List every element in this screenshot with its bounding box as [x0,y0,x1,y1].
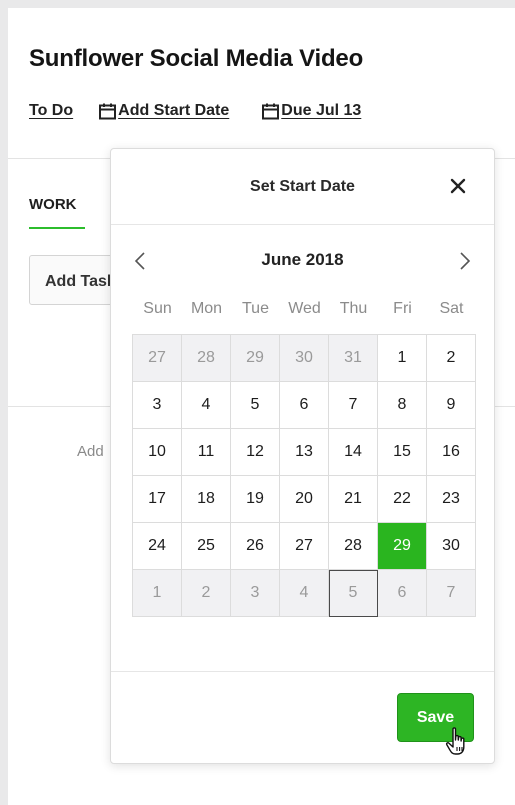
task-meta-row: To Do Add Start Date Due Jul 13 [29,99,361,123]
calendar-day[interactable]: 15 [378,429,427,476]
calendar-day[interactable]: 19 [231,476,280,523]
calendar-day[interactable]: 14 [329,429,378,476]
calendar-day[interactable]: 9 [427,382,476,429]
close-icon[interactable] [450,178,466,194]
calendar-icon [262,103,280,119]
tab-work[interactable]: WORK [29,196,77,213]
calendar-day-outside-month[interactable]: 30 [280,335,329,382]
weekday-label: Wed [288,300,321,317]
calendar-day[interactable]: 13 [280,429,329,476]
calendar-day-outside-month[interactable]: 28 [182,335,231,382]
popover-header: Set Start Date [111,149,494,225]
due-date-label: Due Jul 13 [281,102,362,119]
calendar-day[interactable]: 7 [329,382,378,429]
calendar-day[interactable]: 6 [280,382,329,429]
active-tab-indicator [29,227,85,229]
task-detail-panel: Sunflower Social Media Video To Do Add S… [8,8,515,805]
calendar-day-outside-month[interactable]: 3 [231,570,280,617]
weekday-label: Fri [393,300,412,317]
calendar-day-outside-month[interactable]: 29 [231,335,280,382]
task-title: Sunflower Social Media Video [29,45,364,72]
calendar-day-outside-month[interactable]: 6 [378,570,427,617]
month-label: June 2018 [261,250,344,269]
set-start-date-popover: Set Start Date June 2018 Sun Mon Tue Wed Thu… [110,148,495,764]
calendar-day-outside-month[interactable]: 27 [133,335,182,382]
calendar-day-outside-month[interactable]: 2 [182,570,231,617]
calendar-day[interactable]: 25 [182,523,231,570]
calendar-day[interactable]: 23 [427,476,476,523]
due-date-link[interactable]: Due Jul 13 [262,102,361,120]
weekday-label: Sun [143,300,172,317]
calendar-day[interactable]: 5 [231,382,280,429]
add-hint-text: Add [77,443,104,460]
weekday-header-row: Sun Mon Tue Wed Thu Fri Sat [133,300,476,318]
status-link[interactable]: To Do [29,102,73,120]
weekday-label: Thu [339,300,368,317]
add-start-date-link[interactable]: Add Start Date [99,102,229,120]
calendar-day[interactable]: 27 [280,523,329,570]
calendar-day[interactable]: 12 [231,429,280,476]
calendar-day[interactable]: 8 [378,382,427,429]
calendar-day-outside-month[interactable]: 1 [133,570,182,617]
calendar-day[interactable]: 16 [427,429,476,476]
weekday-label: Mon [190,300,223,317]
calendar-day[interactable]: 20 [280,476,329,523]
calendar-day[interactable]: 11 [182,429,231,476]
calendar-day[interactable]: 29 [378,523,427,570]
calendar-day-outside-month[interactable]: 31 [329,335,378,382]
calendar-day[interactable]: 17 [133,476,182,523]
calendar-day[interactable]: 21 [329,476,378,523]
hand-cursor-icon [445,727,465,755]
calendar-day[interactable]: 4 [182,382,231,429]
weekday-label: Tue [242,300,269,317]
add-start-date-label: Add Start Date [118,102,230,119]
calendar-grid: 27 28 29 30 31 1 2 3 4 5 6 7 8 9 10 11 12 13 14 15 16 17 18 19 2… [132,334,476,617]
calendar-day[interactable]: 24 [133,523,182,570]
popover-title: Set Start Date [250,178,355,195]
calendar-icon [99,103,117,119]
chevron-right-icon[interactable] [458,250,472,272]
calendar-day-outside-month[interactable]: 5 [329,570,378,617]
calendar-day[interactable]: 2 [427,335,476,382]
calendar-day[interactable]: 28 [329,523,378,570]
calendar-day[interactable]: 3 [133,382,182,429]
calendar-day[interactable]: 10 [133,429,182,476]
calendar-day[interactable]: 22 [378,476,427,523]
calendar-day[interactable]: 18 [182,476,231,523]
divider [111,671,494,672]
calendar-day[interactable]: 30 [427,523,476,570]
calendar-day[interactable]: 1 [378,335,427,382]
calendar-day-outside-month[interactable]: 4 [280,570,329,617]
calendar-day-outside-month[interactable]: 7 [427,570,476,617]
calendar-day[interactable]: 26 [231,523,280,570]
weekday-label: Sat [439,300,464,317]
